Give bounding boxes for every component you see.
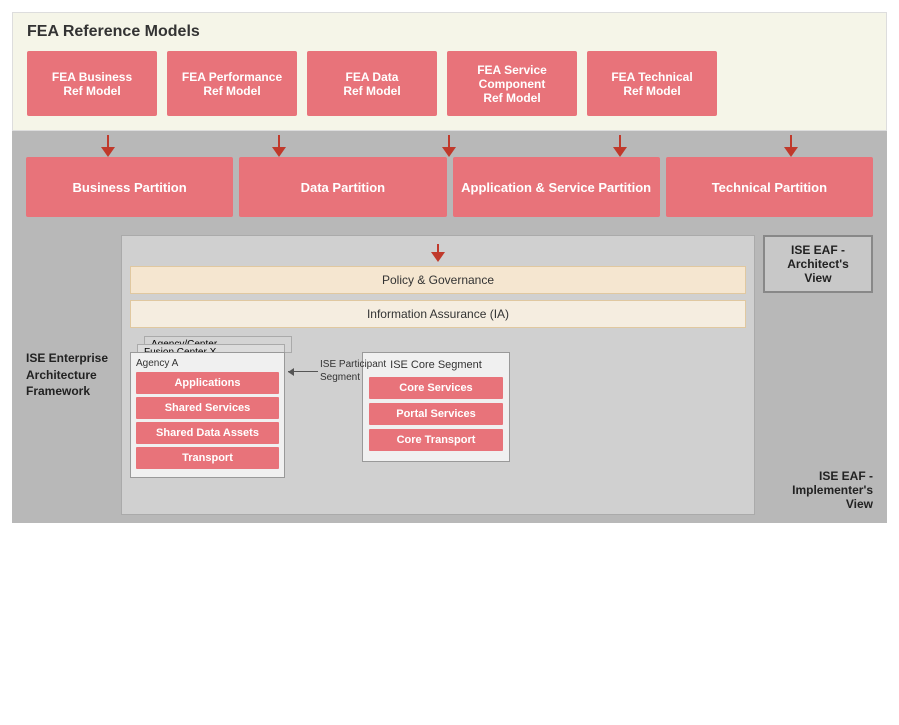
- partition-row: Business Partition Data Partition Applic…: [26, 157, 873, 217]
- agency-a-title: Agency A: [136, 358, 279, 369]
- agency-applications-box: Applications: [136, 372, 279, 394]
- fea-boxes: FEA BusinessRef Model FEA PerformanceRef…: [27, 51, 872, 116]
- partition-data: Data Partition: [239, 157, 446, 217]
- participant-segment-label-container: ISE Participant Segment: [288, 358, 390, 384]
- ise-eaf-implementer-label: ISE EAF - Implementer's View: [763, 469, 873, 515]
- fea-section: FEA Reference Models FEA BusinessRef Mod…: [12, 12, 887, 131]
- ia-bar: Information Assurance (IA): [130, 300, 746, 328]
- fea-box-service: FEA ServiceComponentRef Model: [447, 51, 577, 116]
- agency-shared-services-box: Shared Services: [136, 397, 279, 419]
- fea-arrow-1: [26, 131, 191, 157]
- participant-segment-wrapper: Agency/Center ... Fusion Center X Agency…: [130, 336, 350, 506]
- right-labels-container: ISE EAF - Architect's View ISE EAF - Imp…: [755, 235, 873, 515]
- fea-arrows-row: [12, 131, 887, 157]
- lower-arch-section: ISE Enterprise Architecture Framework Po…: [12, 235, 887, 523]
- inner-content-box: Policy & Governance Information Assuranc…: [121, 235, 755, 515]
- main-container: FEA Reference Models FEA BusinessRef Mod…: [0, 0, 899, 725]
- agency-a-box: Agency A Applications Shared Services Sh…: [130, 352, 285, 478]
- segments-row: Agency/Center ... Fusion Center X Agency…: [130, 336, 746, 506]
- fea-arrow-2: [197, 131, 362, 157]
- agency-shared-data-box: Shared Data Assets: [136, 422, 279, 444]
- fea-box-data: FEA DataRef Model: [307, 51, 437, 116]
- partition-business: Business Partition: [26, 157, 233, 217]
- ise-enterprise-label: ISE Enterprise Architecture Framework: [26, 350, 113, 400]
- fea-box-performance: FEA PerformanceRef Model: [167, 51, 297, 116]
- ise-enterprise-label-container: ISE Enterprise Architecture Framework: [26, 235, 121, 515]
- partition-technical: Technical Partition: [666, 157, 873, 217]
- fea-title: FEA Reference Models: [27, 23, 872, 41]
- partition-section: Business Partition Data Partition Applic…: [12, 157, 887, 235]
- fea-box-business: FEA BusinessRef Model: [27, 51, 157, 116]
- participant-segment-label: ISE Participant Segment: [320, 358, 390, 384]
- down-arrow-to-inner: [130, 244, 746, 262]
- fea-box-technical: FEA TechnicalRef Model: [587, 51, 717, 116]
- portal-services-box: Portal Services: [369, 403, 503, 425]
- core-transport-box: Core Transport: [369, 429, 503, 451]
- fea-arrow-3: [367, 131, 532, 157]
- agency-transport-box: Transport: [136, 447, 279, 469]
- partition-app-service: Application & Service Partition: [453, 157, 660, 217]
- fea-arrow-4: [538, 131, 703, 157]
- fea-arrow-5: [708, 131, 873, 157]
- ise-eaf-architect-box: ISE EAF - Architect's View: [763, 235, 873, 293]
- policy-bar: Policy & Governance: [130, 266, 746, 294]
